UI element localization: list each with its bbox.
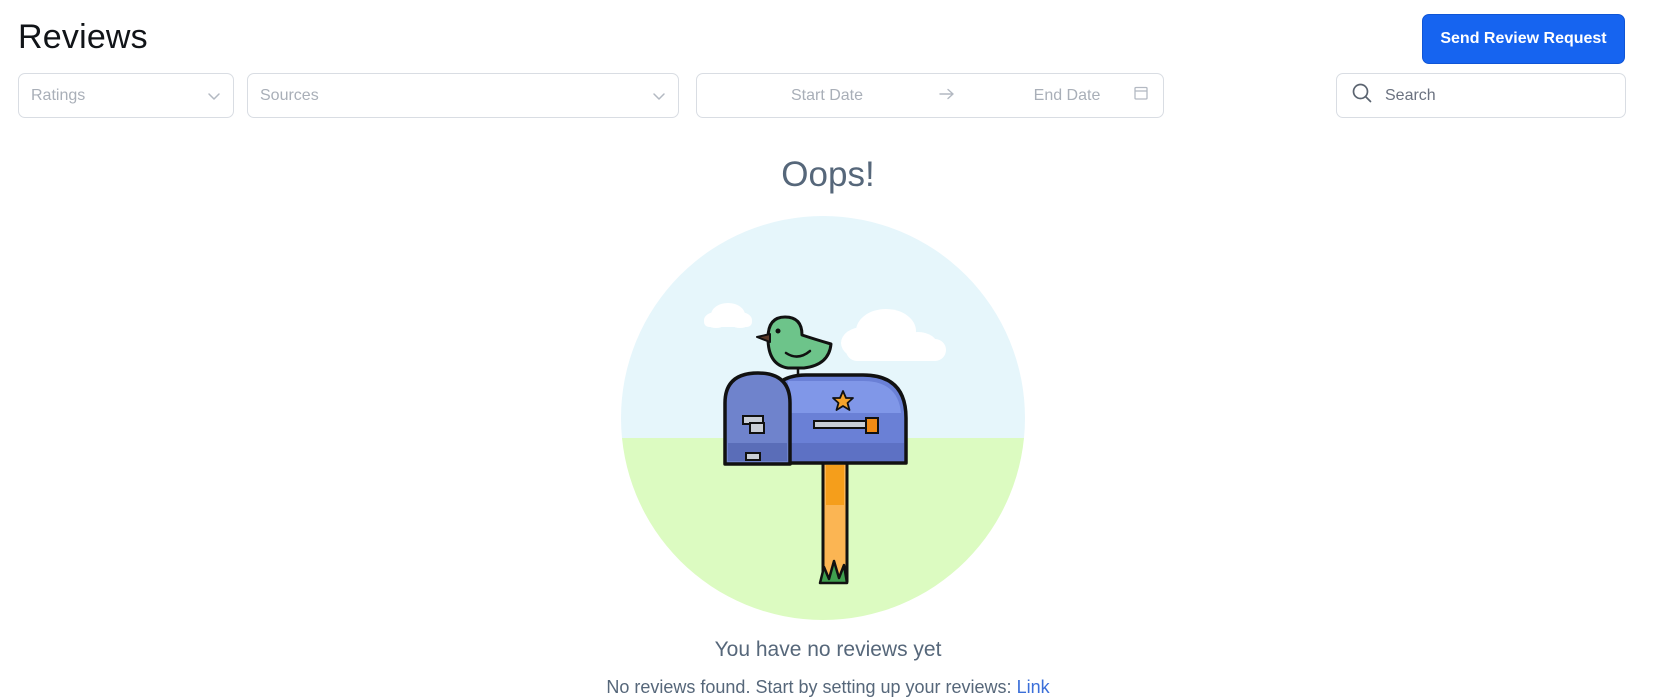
arrow-right-icon bbox=[939, 87, 955, 105]
start-date-input[interactable]: Start Date bbox=[767, 87, 887, 105]
date-range-picker[interactable]: Start Date End Date bbox=[696, 73, 1164, 118]
sources-select[interactable]: Sources bbox=[247, 73, 679, 118]
empty-state-title: Oops! bbox=[781, 155, 875, 194]
chevron-down-icon bbox=[207, 89, 221, 103]
search-input[interactable] bbox=[1385, 86, 1605, 105]
empty-state-description-text: No reviews found. Start by setting up yo… bbox=[606, 677, 1012, 697]
end-date-input[interactable]: End Date bbox=[1007, 87, 1127, 105]
chevron-down-icon bbox=[652, 89, 666, 103]
reviews-page: Reviews Send Review Request Ratings Sour… bbox=[0, 0, 1656, 697]
ratings-placeholder: Ratings bbox=[31, 86, 86, 104]
send-review-request-button[interactable]: Send Review Request bbox=[1422, 14, 1625, 64]
empty-state-heading: You have no reviews yet bbox=[714, 638, 942, 661]
search-icon bbox=[1351, 82, 1373, 109]
calendar-icon[interactable] bbox=[1133, 85, 1149, 106]
page-title: Reviews bbox=[18, 18, 148, 56]
ratings-select[interactable]: Ratings bbox=[18, 73, 234, 118]
empty-mailbox-illustration bbox=[618, 213, 1028, 628]
empty-state-description: No reviews found. Start by setting up yo… bbox=[0, 677, 1656, 697]
search-box[interactable] bbox=[1336, 73, 1626, 118]
sources-placeholder: Sources bbox=[260, 86, 319, 104]
setup-reviews-link[interactable]: Link bbox=[1017, 677, 1050, 697]
